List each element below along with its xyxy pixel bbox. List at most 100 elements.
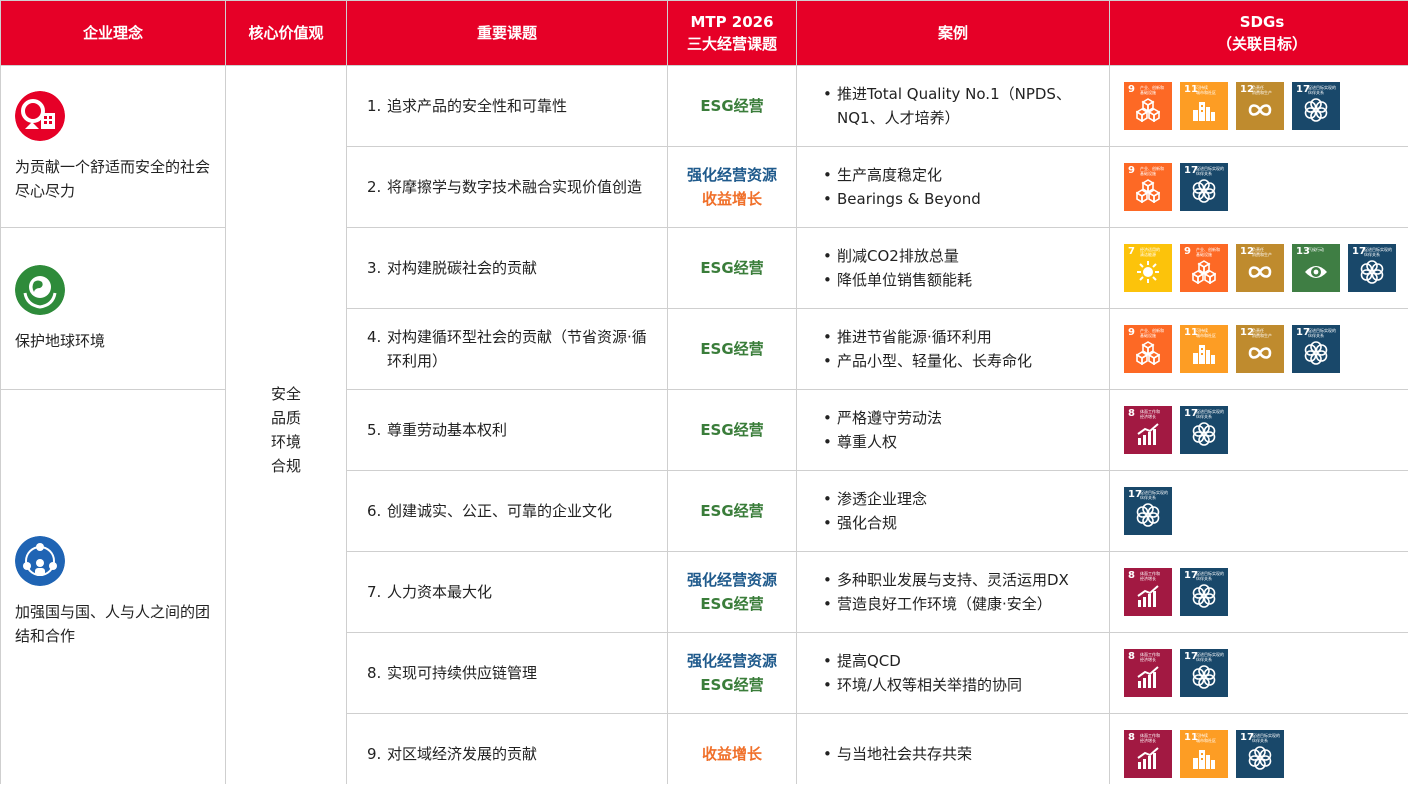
core-value: 合规 [270, 457, 301, 475]
sdg-number: 8 [1128, 408, 1135, 419]
sdg-17-tile: 17 促进目标实现的 伙伴关系 [1124, 487, 1172, 535]
sdg-label: 促进目标实现的 伙伴关系 [1196, 571, 1224, 581]
bullet-icon: • [823, 433, 832, 451]
sdg-label: 体面工作和 经济增长 [1140, 409, 1160, 419]
sdg-label: 体面工作和 经济增长 [1140, 652, 1160, 662]
sdg-label: 促进目标实现的 伙伴关系 [1196, 409, 1224, 419]
lifebuoy-house-icon [15, 90, 65, 141]
topic-text: 追求产品的安全性和可靠性 [387, 97, 568, 115]
sdg-label: 可持续 城市和社区 [1196, 733, 1216, 743]
topic: 7. 人力资本最大化 [367, 580, 492, 604]
philosophy-text: 保护地球环境 [15, 331, 106, 350]
case-item: • 强化合规 [823, 511, 897, 535]
sdg-number: 9 [1128, 165, 1135, 176]
case-text: 强化合规 [837, 514, 898, 532]
cases-cell: • 生产高度稳定化 • Bearings & Beyond [797, 147, 1109, 227]
header-philosophy-label: 企业理念 [82, 24, 143, 42]
case-item: • 生产高度稳定化 [823, 163, 942, 187]
sdg-9-tile: 9 产业、创新和 基础设施 [1124, 325, 1172, 373]
topic-number: 9. [367, 745, 382, 763]
case-item: • 降低单位销售额能耗 [823, 268, 972, 292]
topic-number: 5. [367, 421, 382, 439]
cases-cell: • 多种职业发展与支持、灵活运用DX • 营造良好工作环境（健康·安全） [797, 552, 1109, 632]
case-item: • 尊重人权 [823, 430, 897, 454]
sdg-8-tile: 8 体面工作和 经济增长 [1124, 568, 1172, 616]
bullet-icon: • [823, 352, 832, 370]
mtp-cell: ESG经营 [668, 66, 796, 146]
sdgs-cell: 8 体面工作和 经济增长 17 促进目标实现的 伙伴关系 [1110, 633, 1408, 713]
header-topics: 重要课题 [347, 1, 667, 65]
mtp-tag: ESG经营 [700, 502, 764, 520]
sdg-9-tile: 9 产业、创新和 基础设施 [1124, 163, 1172, 211]
case-text: 渗透企业理念 [837, 490, 928, 508]
cases-cell: • 提高QCD • 环境/人权等相关举措的协同 [797, 633, 1109, 713]
philosophy-text: 加强国与国、人与人之间的团结和合作 [15, 603, 211, 645]
mtp-tag: ESG经营 [700, 676, 764, 694]
topic-cell: 8. 实现可持续供应链管理 [347, 633, 667, 713]
bullet-icon: • [823, 190, 832, 208]
sdg-number: 8 [1128, 570, 1135, 581]
sdg-label: 促进目标实现的 伙伴关系 [1140, 490, 1168, 500]
header-cases-label: 案例 [937, 24, 968, 42]
topic-cell: 3. 对构建脱碳社会的贡献 [347, 228, 667, 308]
header-values: 核心价值观 [226, 1, 346, 65]
mtp-cell: 强化经营资源 ESG经营 [668, 552, 796, 632]
topic: 3. 对构建脱碳社会的贡献 [367, 256, 537, 280]
materiality-table: 企业理念 核心价值观 重要课题 MTP 2026 三大经营课题 案例 SDGs … [0, 0, 1408, 794]
topic: 5. 尊重劳动基本权利 [367, 418, 507, 442]
topic-number: 3. [367, 259, 382, 277]
case-item: • 与当地社会共存共荣 [823, 742, 972, 766]
sdg-17-tile: 17 促进目标实现的 伙伴关系 [1180, 406, 1228, 454]
case-text: 推进节省能源·循环利用 [837, 328, 992, 346]
sdg-13-tile: 13 气候行动 [1292, 244, 1340, 292]
topic-cell: 4. 对构建循环型社会的贡献（节省资源·循环利用） [347, 309, 667, 389]
sdg-label: 促进目标实现的 伙伴关系 [1308, 328, 1336, 338]
topic-number: 7. [367, 583, 382, 601]
case-text: 尊重人权 [837, 433, 898, 451]
sdg-12-tile: 12 负责任 消费和生产 [1236, 244, 1284, 292]
bullet-icon: • [823, 409, 832, 427]
sdg-label: 经济适用的 清洁能源 [1140, 247, 1160, 257]
topic-number: 6. [367, 502, 382, 520]
sdgs-cell: 8 体面工作和 经济增长 17 促进目标实现的 伙伴关系 [1110, 390, 1408, 470]
sdg-17-tile: 17 促进目标实现的 伙伴关系 [1180, 649, 1228, 697]
cases-cell: • 推进Total Quality No.1（NPDS、NQ1、人才培养） [797, 66, 1109, 146]
header-sdgs-line2: （关联目标） [1216, 35, 1307, 53]
topic: 8. 实现可持续供应链管理 [367, 661, 537, 685]
mtp-cell: ESG经营 [668, 228, 796, 308]
mtp-cell: ESG经营 [668, 309, 796, 389]
sdg-number: 9 [1128, 327, 1135, 338]
sdg-label: 促进目标实现的 伙伴关系 [1308, 85, 1336, 95]
case-text: 多种职业发展与支持、灵活运用DX [837, 571, 1069, 589]
bullet-icon: • [823, 490, 832, 508]
sdg-11-tile: 11 可持续 城市和社区 [1180, 730, 1228, 778]
header-mtp: MTP 2026 三大经营课题 [668, 1, 796, 65]
case-item: • 渗透企业理念 [823, 487, 927, 511]
sdg-label: 气候行动 [1308, 247, 1324, 252]
cases-cell: • 渗透企业理念 • 强化合规 [797, 471, 1109, 551]
topic-text: 对区域经济发展的贡献 [387, 745, 538, 763]
bullet-icon: • [823, 271, 832, 289]
bullet-icon: • [823, 247, 832, 265]
sdg-9-tile: 9 产业、创新和 基础设施 [1180, 244, 1228, 292]
case-text: 提高QCD [837, 652, 901, 670]
bullet-icon: • [823, 676, 832, 694]
topic-cell: 6. 创建诚实、公正、可靠的企业文化 [347, 471, 667, 551]
topic-number: 1. [367, 97, 382, 115]
bullet-icon: • [823, 85, 832, 103]
header-mtp-line1: MTP 2026 [690, 13, 774, 31]
core-value: 环境 [270, 433, 301, 451]
core-value: 安全 [270, 385, 301, 403]
sdg-8-tile: 8 体面工作和 经济增长 [1124, 730, 1172, 778]
bullet-icon: • [823, 652, 832, 670]
mtp-cell: 强化经营资源 收益增长 [668, 147, 796, 227]
topic-text: 实现可持续供应链管理 [387, 664, 538, 682]
philosophy-2: 保护地球环境 [1, 228, 225, 389]
sdg-label: 体面工作和 经济增长 [1140, 571, 1160, 581]
topic-cell: 9. 对区域经济发展的贡献 [347, 714, 667, 794]
topic-text: 对构建循环型社会的贡献（节省资源·循环利用） [387, 328, 647, 370]
sdg-label: 负责任 消费和生产 [1252, 85, 1272, 95]
sdg-9-tile: 9 产业、创新和 基础设施 [1124, 82, 1172, 130]
sdg-label: 促进目标实现的 伙伴关系 [1196, 652, 1224, 662]
case-text: 降低单位销售额能耗 [837, 271, 973, 289]
